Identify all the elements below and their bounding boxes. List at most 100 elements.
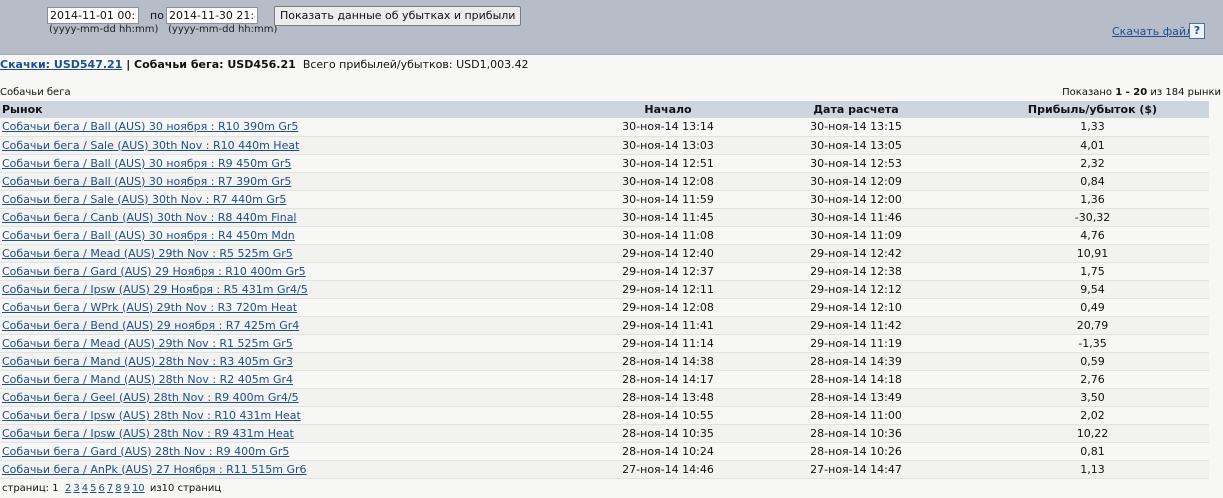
settled-time-cell: 30-ноя-14 12:09 xyxy=(736,172,976,191)
market-cell: Собачьи бега / Ipsw (AUS) 29 Ноября : R5… xyxy=(0,280,600,299)
pagination-page-link[interactable]: 10 xyxy=(132,483,145,494)
market-link[interactable]: Собачьи бега / Mead (AUS) 29th Nov : R1 … xyxy=(2,337,293,350)
market-link[interactable]: Собачьи бега / Mand (AUS) 28th Nov : R3 … xyxy=(2,355,293,368)
pagination-page-link[interactable]: 6 xyxy=(98,483,104,494)
settled-time-cell: 30-ноя-14 11:46 xyxy=(736,208,976,227)
table-row: Собачьи бега / Bend (AUS) 29 ноября : R7… xyxy=(0,316,1209,335)
settled-time-cell: 27-ноя-14 14:47 xyxy=(736,460,976,479)
settled-time-cell: 30-ноя-14 11:09 xyxy=(736,226,976,245)
profit-loss-cell: 1,33 xyxy=(976,118,1209,137)
start-time-cell: 30-ноя-14 12:51 xyxy=(600,154,736,173)
market-link[interactable]: Собачьи бега / Ipsw (AUS) 28th Nov : R10… xyxy=(2,409,301,422)
to-date-input[interactable] xyxy=(166,7,258,24)
pagination-page-link[interactable]: 3 xyxy=(73,483,79,494)
market-cell: Собачьи бега / Ball (AUS) 30 ноября : R1… xyxy=(0,118,600,137)
market-link[interactable]: Собачьи бега / Ipsw (AUS) 29 Ноября : R5… xyxy=(2,283,308,296)
to-label: по xyxy=(150,9,164,22)
pagination-current-page: 1 xyxy=(52,483,59,494)
pagination-page-link[interactable]: 7 xyxy=(107,483,113,494)
start-time-cell: 29-ноя-14 12:37 xyxy=(600,262,736,281)
pagination-page-link[interactable]: 2 xyxy=(65,483,71,494)
start-time-cell: 29-ноя-14 12:08 xyxy=(600,298,736,317)
table-row: Собачьи бега / Gard (AUS) 28th Nov : R9 … xyxy=(0,442,1209,461)
profit-loss-cell: 1,75 xyxy=(976,262,1209,281)
column-header-start[interactable]: Начало xyxy=(600,101,736,118)
profit-summary: Скачки: USD547.21 | Собачьи бега: USD456… xyxy=(0,58,529,71)
market-link[interactable]: Собачьи бега / Ipsw (AUS) 28th Nov : R9 … xyxy=(2,427,294,440)
market-link[interactable]: Собачьи бега / Ball (AUS) 30 ноября : R7… xyxy=(2,175,291,188)
profit-loss-cell: 0,81 xyxy=(976,442,1209,461)
start-time-cell: 30-ноя-14 11:08 xyxy=(600,226,736,245)
pagination-total: из10 страниц xyxy=(146,483,222,494)
profit-loss-cell: 20,79 xyxy=(976,316,1209,335)
pagination-page-link[interactable]: 4 xyxy=(82,483,88,494)
start-time-cell: 28-ноя-14 14:17 xyxy=(600,370,736,389)
profit-loss-cell: 2,76 xyxy=(976,370,1209,389)
pagination-page-link[interactable]: 5 xyxy=(90,483,96,494)
market-link[interactable]: Собачьи бега / Gard (AUS) 28th Nov : R9 … xyxy=(2,445,289,458)
profit-loss-cell: 1,13 xyxy=(976,460,1209,479)
show-profit-loss-button[interactable]: Показать данные об убытках и прибыли xyxy=(274,6,522,26)
column-header-profit-loss[interactable]: Прибыль/убыток ($) xyxy=(976,101,1209,118)
pagination: страниц: 1 2 3 4 5 6 7 8 9 10 из10 страниц xyxy=(2,483,221,494)
market-cell: Собачьи бега / Gard (AUS) 29 Ноября : R1… xyxy=(0,262,600,281)
market-link[interactable]: Собачьи бега / Geel (AUS) 28th Nov : R9 … xyxy=(2,391,299,404)
market-link[interactable]: Собачьи бега / Ball (AUS) 30 ноября : R1… xyxy=(2,120,298,133)
market-link[interactable]: Собачьи бега / Sale (AUS) 30th Nov : R7 … xyxy=(2,193,286,206)
market-link[interactable]: Собачьи бега / Mead (AUS) 29th Nov : R5 … xyxy=(2,247,293,260)
market-link[interactable]: Собачьи бега / Ball (AUS) 30 ноября : R4… xyxy=(2,229,295,242)
table-row: Собачьи бега / Ipsw (AUS) 29 Ноября : R5… xyxy=(0,280,1209,299)
settled-time-cell: 30-ноя-14 13:05 xyxy=(736,136,976,155)
settled-time-cell: 29-ноя-14 11:19 xyxy=(736,334,976,353)
market-link[interactable]: Собачьи бега / Sale (AUS) 30th Nov : R10… xyxy=(2,139,299,152)
market-cell: Собачьи бега / Ball (AUS) 30 ноября : R4… xyxy=(0,226,600,245)
start-time-cell: 27-ноя-14 14:46 xyxy=(600,460,736,479)
market-link[interactable]: Собачьи бега / Mand (AUS) 28th Nov : R2 … xyxy=(2,373,293,386)
start-time-cell: 29-ноя-14 11:41 xyxy=(600,316,736,335)
from-date-input[interactable] xyxy=(47,7,139,24)
market-link[interactable]: Собачьи бега / Bend (AUS) 29 ноября : R7… xyxy=(2,319,299,332)
overall-total: Всего прибылей/убытков: USD1,003.42 xyxy=(302,58,529,71)
table-row: Собачьи бега / Gard (AUS) 29 Ноября : R1… xyxy=(0,262,1209,281)
start-time-cell: 28-ноя-14 10:55 xyxy=(600,406,736,425)
market-link[interactable]: Собачьи бега / WPrk (AUS) 29th Nov : R3 … xyxy=(2,301,297,314)
profit-loss-cell: 4,76 xyxy=(976,226,1209,245)
summary-separator: | xyxy=(122,58,135,71)
settled-time-cell: 29-ноя-14 11:42 xyxy=(736,316,976,335)
table-row: Собачьи бега / Mand (AUS) 28th Nov : R3 … xyxy=(0,352,1209,371)
horse-racing-total-link[interactable]: Скачки: USD547.21 xyxy=(0,58,122,71)
table-row: Собачьи бега / Ball (AUS) 30 ноября : R9… xyxy=(0,154,1209,173)
market-cell: Собачьи бега / Mand (AUS) 28th Nov : R2 … xyxy=(0,370,600,389)
table-row: Собачьи бега / AnPk (AUS) 27 Ноября : R1… xyxy=(0,460,1209,479)
column-header-settled[interactable]: Дата расчета xyxy=(736,101,976,118)
profit-loss-cell: 2,02 xyxy=(976,406,1209,425)
pagination-page-link[interactable]: 8 xyxy=(115,483,121,494)
settled-time-cell: 30-ноя-14 12:00 xyxy=(736,190,976,209)
market-cell: Собачьи бега / Mand (AUS) 28th Nov : R3 … xyxy=(0,352,600,371)
settled-time-cell: 29-ноя-14 12:42 xyxy=(736,244,976,263)
market-link[interactable]: Собачьи бега / Canb (AUS) 30th Nov : R8 … xyxy=(2,211,297,224)
start-time-cell: 30-ноя-14 11:59 xyxy=(600,190,736,209)
results-count: Показано 1 - 20 из 184 рынки xyxy=(1062,87,1221,98)
market-link[interactable]: Собачьи бега / Ball (AUS) 30 ноября : R9… xyxy=(2,157,291,170)
table-row: Собачьи бега / Mand (AUS) 28th Nov : R2 … xyxy=(0,370,1209,389)
start-time-cell: 30-ноя-14 11:45 xyxy=(600,208,736,227)
market-cell: Собачьи бега / Gard (AUS) 28th Nov : R9 … xyxy=(0,442,600,461)
from-date-format-hint: (yyyy-mm-dd hh:mm) xyxy=(49,24,159,35)
table-row: Собачьи бега / Sale (AUS) 30th Nov : R7 … xyxy=(0,190,1209,209)
pagination-label: страниц: xyxy=(2,483,53,494)
help-icon[interactable]: ? xyxy=(1189,23,1205,39)
pagination-page-link[interactable]: 9 xyxy=(124,483,130,494)
column-header-market[interactable]: Рынок xyxy=(0,101,600,118)
market-link[interactable]: Собачьи бега / Gard (AUS) 29 Ноября : R1… xyxy=(2,265,306,278)
market-link[interactable]: Собачьи бега / AnPk (AUS) 27 Ноября : R1… xyxy=(2,463,307,476)
start-time-cell: 29-ноя-14 12:40 xyxy=(600,244,736,263)
profit-loss-cell: 9,54 xyxy=(976,280,1209,299)
settled-time-cell: 28-ноя-14 13:49 xyxy=(736,388,976,407)
results-count-prefix: Показано xyxy=(1062,87,1116,98)
start-time-cell: 30-ноя-14 12:08 xyxy=(600,172,736,191)
settled-time-cell: 28-ноя-14 14:39 xyxy=(736,352,976,371)
start-time-cell: 30-ноя-14 13:14 xyxy=(600,118,736,137)
table-row: Собачьи бега / Geel (AUS) 28th Nov : R9 … xyxy=(0,388,1209,407)
download-file-link[interactable]: Скачать файл xyxy=(1112,25,1193,38)
